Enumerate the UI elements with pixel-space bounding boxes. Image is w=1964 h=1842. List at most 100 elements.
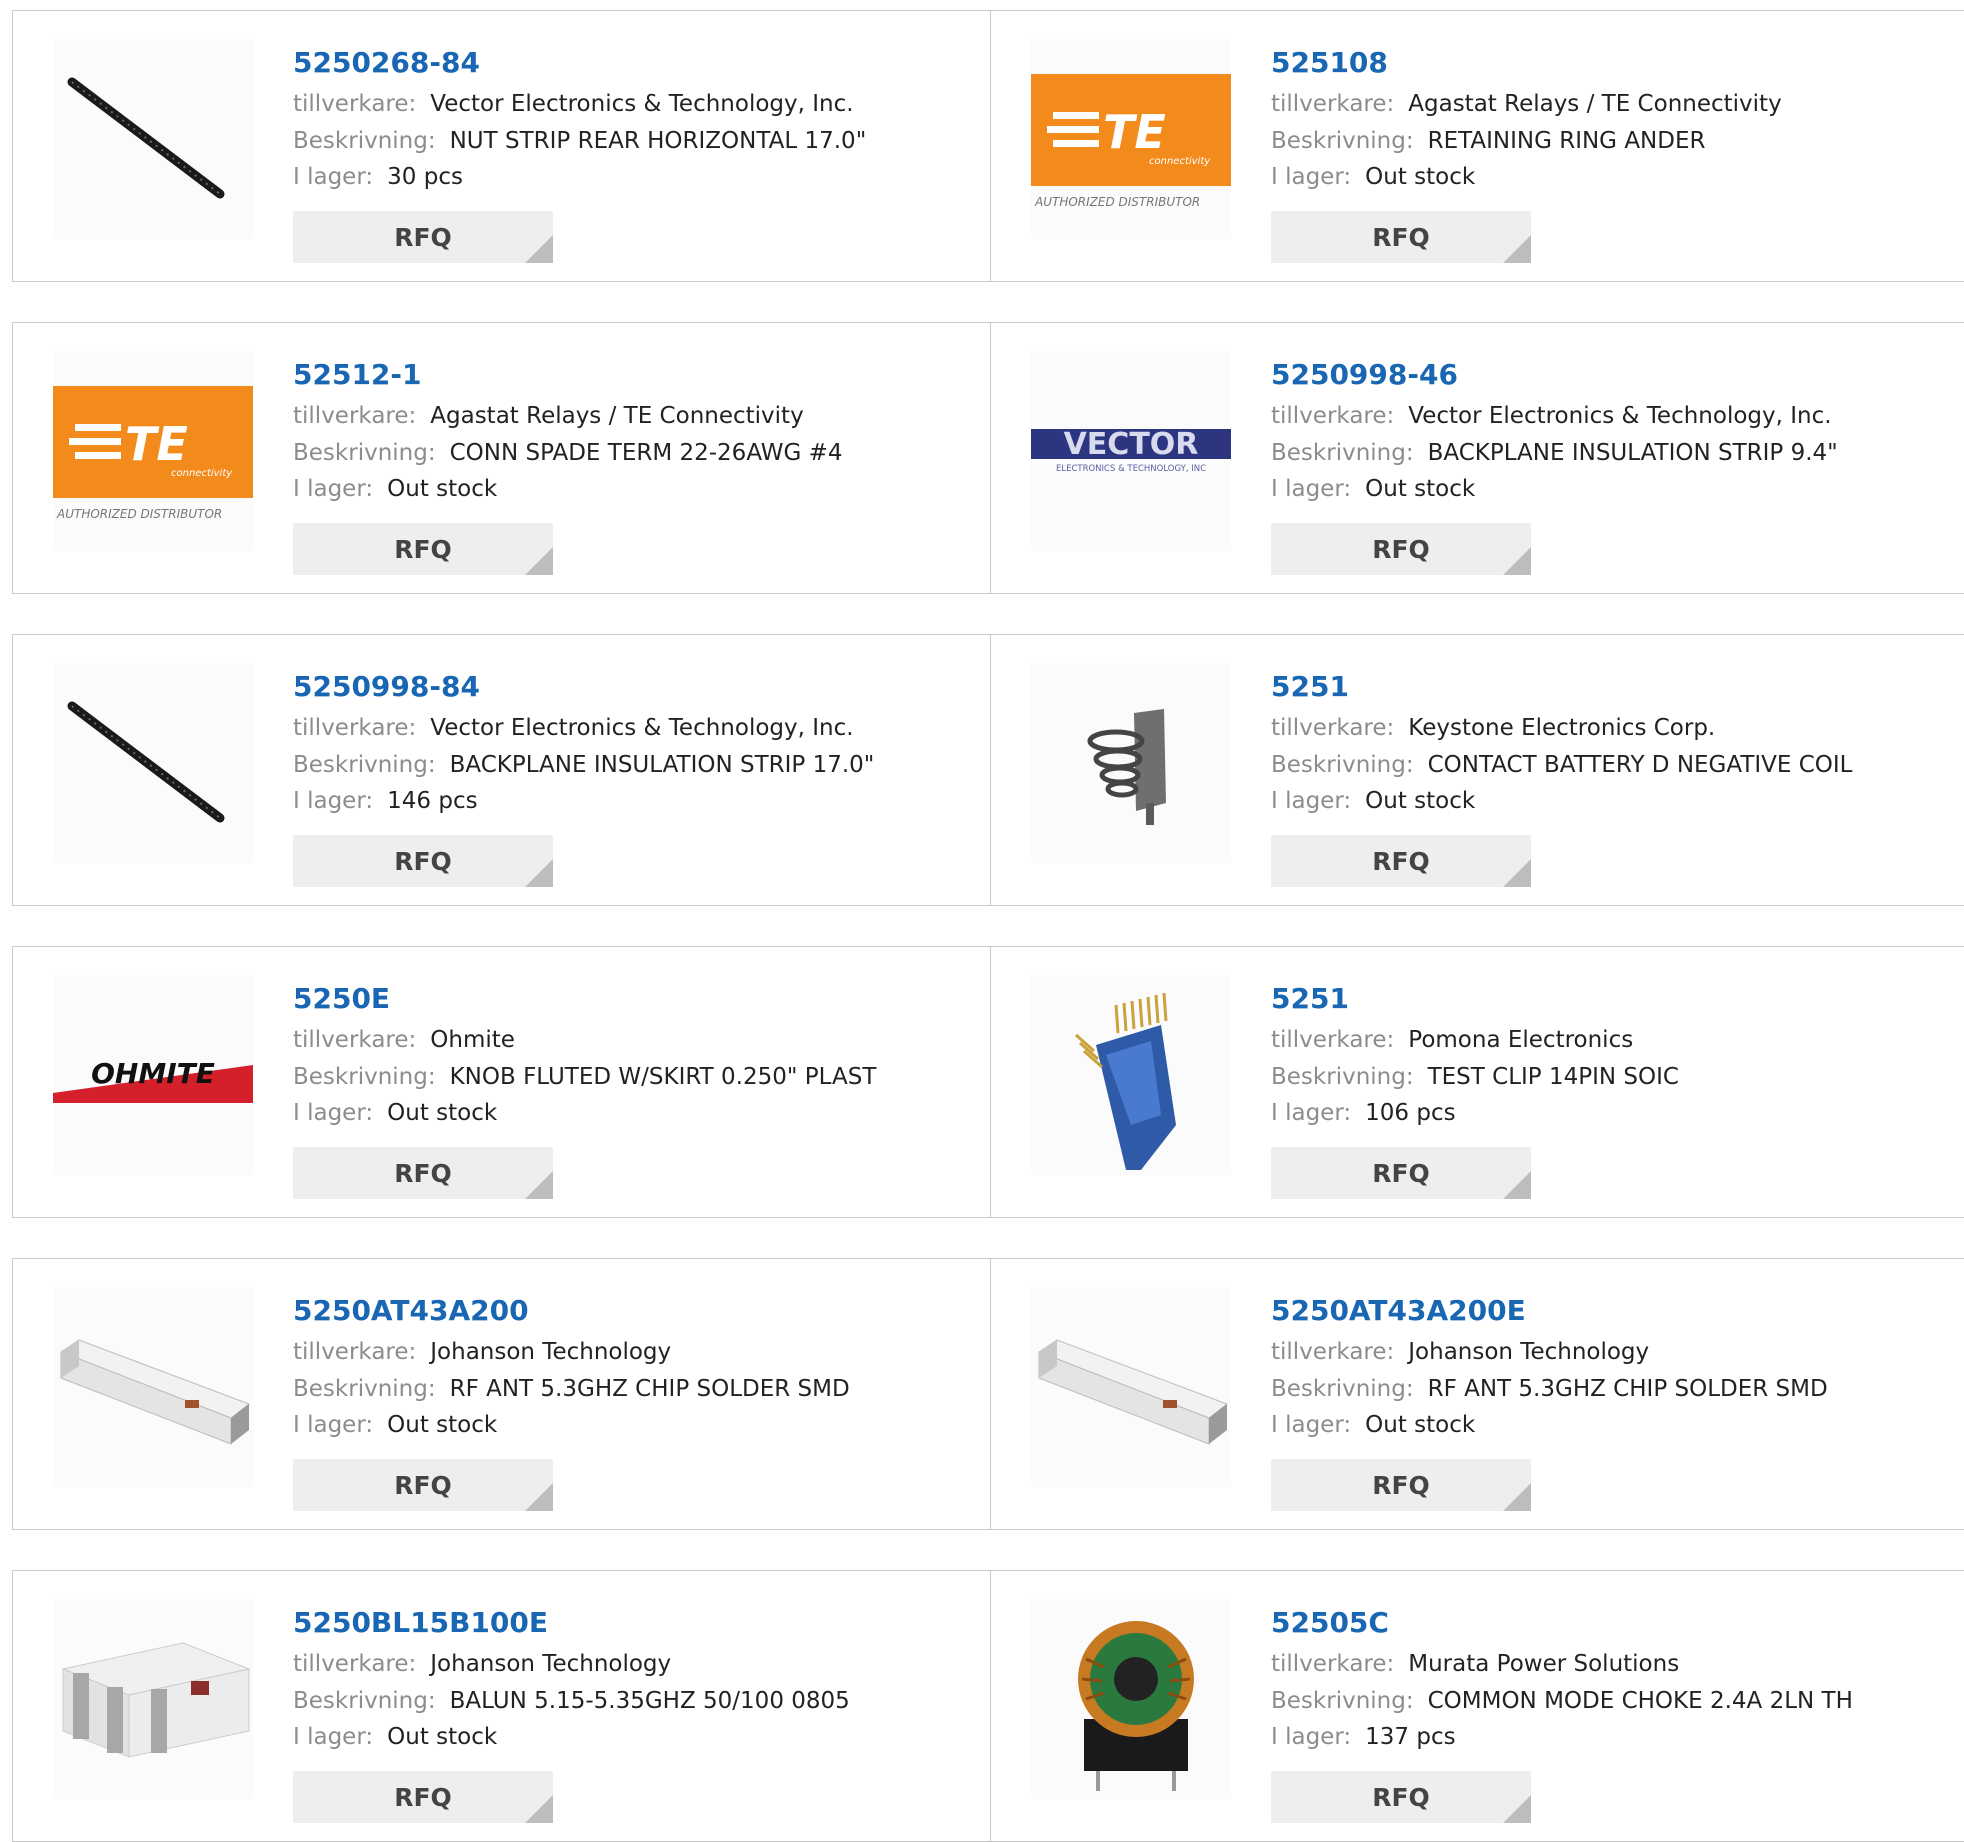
manufacturer-label: tillverkare: [293, 1651, 417, 1677]
description-row: Beskrivning: CONTACT BATTERY D NEGATIVE C… [1271, 752, 1853, 778]
stock-label: I lager: [1271, 1412, 1352, 1438]
rfq-label: RFQ [394, 1470, 452, 1500]
corner-triangle-icon [525, 1795, 553, 1823]
rfq-button[interactable]: RFQ [293, 1147, 553, 1199]
description-value: BACKPLANE INSULATION STRIP 9.4" [1427, 440, 1838, 466]
description-row: Beskrivning: RF ANT 5.3GHZ CHIP SOLDER SM… [1271, 1376, 1828, 1402]
part-number-link[interactable]: 52505C [1271, 1606, 1389, 1639]
manufacturer-label: tillverkare: [1271, 1339, 1395, 1365]
description-label: Beskrivning: [293, 440, 436, 466]
chip-antenna-image[interactable] [53, 1287, 253, 1487]
manufacturer-label: tillverkare: [293, 1339, 417, 1365]
stock-row: I lager: Out stock [1271, 788, 1475, 814]
description-label: Beskrivning: [1271, 1376, 1414, 1402]
product-grid: 5250268-84 tillverkare: Vector Electronic… [0, 0, 1964, 1842]
stock-value: 106 pcs [1365, 1100, 1456, 1126]
description-row: Beskrivning: COMMON MODE CHOKE 2.4A 2LN T… [1271, 1688, 1853, 1714]
description-value: TEST CLIP 14PIN SOIC [1427, 1064, 1679, 1090]
rfq-button[interactable]: RFQ [293, 523, 553, 575]
product-card: 5250998-84 tillverkare: Vector Electronic… [12, 634, 991, 906]
manufacturer-row: tillverkare: Pomona Electronics [1271, 1027, 1633, 1053]
stock-label: I lager: [293, 164, 374, 190]
manufacturer-value: Vector Electronics & Technology, Inc. [1408, 403, 1832, 429]
test-clip-image[interactable] [1031, 975, 1231, 1175]
ohmite-logo[interactable]: OHMITE [53, 975, 253, 1175]
part-number-link[interactable]: 5250AT43A200 [293, 1294, 529, 1327]
rfq-label: RFQ [1372, 846, 1430, 876]
part-number-link[interactable]: 5250998-84 [293, 670, 480, 703]
stock-label: I lager: [293, 1724, 374, 1750]
stock-label: I lager: [1271, 476, 1352, 502]
svg-text:TE: TE [125, 417, 188, 471]
product-card: 52505C tillverkare: Murata Power Solution… [990, 1570, 1964, 1842]
rfq-button[interactable]: RFQ [1271, 1459, 1531, 1511]
rfq-label: RFQ [394, 534, 452, 564]
description-value: COMMON MODE CHOKE 2.4A 2LN TH [1427, 1688, 1853, 1714]
corner-triangle-icon [1503, 547, 1531, 575]
rfq-label: RFQ [1372, 1470, 1430, 1500]
description-row: Beskrivning: KNOB FLUTED W/SKIRT 0.250" P… [293, 1064, 876, 1090]
stock-row: I lager: Out stock [293, 1724, 497, 1750]
rfq-button[interactable]: RFQ [1271, 211, 1531, 263]
description-label: Beskrivning: [1271, 1064, 1414, 1090]
rfq-button[interactable]: RFQ [1271, 1771, 1531, 1823]
stock-row: I lager: Out stock [293, 1100, 497, 1126]
part-number-link[interactable]: 5250998-46 [1271, 358, 1458, 391]
stock-value: 30 pcs [387, 164, 463, 190]
rfq-button[interactable]: RFQ [1271, 1147, 1531, 1199]
stock-label: I lager: [293, 1412, 374, 1438]
rfq-button[interactable]: RFQ [293, 1459, 553, 1511]
rfq-button[interactable]: RFQ [293, 835, 553, 887]
part-number-link[interactable]: 5251 [1271, 982, 1349, 1015]
stock-row: I lager: Out stock [1271, 164, 1475, 190]
description-label: Beskrivning: [1271, 128, 1414, 154]
svg-text:OHMITE: OHMITE [91, 1057, 215, 1090]
product-card: VECTOR ELECTRONICS & TECHNOLOGY, INC 525… [990, 322, 1964, 594]
part-number-link[interactable]: 52512-1 [293, 358, 422, 391]
part-number-link[interactable]: 525108 [1271, 46, 1388, 79]
stock-value: Out stock [1365, 476, 1476, 502]
description-label: Beskrivning: [293, 1064, 436, 1090]
part-number-link[interactable]: 5250BL15B100E [293, 1606, 548, 1639]
choke-image[interactable] [1031, 1599, 1231, 1799]
manufacturer-row: tillverkare: Ohmite [293, 1027, 515, 1053]
vector-logo[interactable]: VECTOR ELECTRONICS & TECHNOLOGY, INC [1031, 351, 1231, 551]
part-number-link[interactable]: 5250E [293, 982, 390, 1015]
black-strip-image[interactable] [53, 39, 253, 239]
rfq-button[interactable]: RFQ [293, 1771, 553, 1823]
te-logo[interactable]: TE connectivity AUTHORIZED DISTRIBUTOR [53, 351, 253, 551]
balun-chip-image[interactable] [53, 1599, 253, 1799]
rfq-button[interactable]: RFQ [1271, 835, 1531, 887]
battery-spring-image[interactable] [1031, 663, 1231, 863]
te-logo[interactable]: TE connectivity AUTHORIZED DISTRIBUTOR [1031, 39, 1231, 239]
manufacturer-label: tillverkare: [1271, 1027, 1395, 1053]
product-card: OHMITE 5250E tillverkare: Ohmite Beskrivn… [12, 946, 991, 1218]
manufacturer-value: Murata Power Solutions [1408, 1651, 1680, 1677]
corner-triangle-icon [1503, 859, 1531, 887]
manufacturer-row: tillverkare: Johanson Technology [293, 1339, 671, 1365]
rfq-label: RFQ [1372, 534, 1430, 564]
description-label: Beskrivning: [1271, 440, 1414, 466]
part-number-link[interactable]: 5250268-84 [293, 46, 480, 79]
stock-label: I lager: [293, 1100, 374, 1126]
corner-triangle-icon [1503, 1483, 1531, 1511]
part-number-link[interactable]: 5251 [1271, 670, 1349, 703]
stock-row: I lager: 137 pcs [1271, 1724, 1456, 1750]
product-card: 5250AT43A200E tillverkare: Johanson Techn… [990, 1258, 1964, 1530]
black-strip-image[interactable] [53, 663, 253, 863]
description-label: Beskrivning: [293, 128, 436, 154]
manufacturer-value: Keystone Electronics Corp. [1408, 715, 1716, 741]
rfq-button[interactable]: RFQ [293, 211, 553, 263]
rfq-label: RFQ [394, 846, 452, 876]
description-label: Beskrivning: [293, 1688, 436, 1714]
chip-antenna-image[interactable] [1031, 1287, 1231, 1487]
stock-value: Out stock [387, 476, 498, 502]
corner-triangle-icon [1503, 235, 1531, 263]
description-value: CONTACT BATTERY D NEGATIVE COIL [1427, 752, 1853, 778]
rfq-button[interactable]: RFQ [1271, 523, 1531, 575]
svg-text:VECTOR: VECTOR [1064, 427, 1199, 462]
product-card: 5251 tillverkare: Keystone Electronics Co… [990, 634, 1964, 906]
description-value: RF ANT 5.3GHZ CHIP SOLDER SMD [1427, 1376, 1828, 1402]
manufacturer-label: tillverkare: [293, 715, 417, 741]
part-number-link[interactable]: 5250AT43A200E [1271, 1294, 1526, 1327]
